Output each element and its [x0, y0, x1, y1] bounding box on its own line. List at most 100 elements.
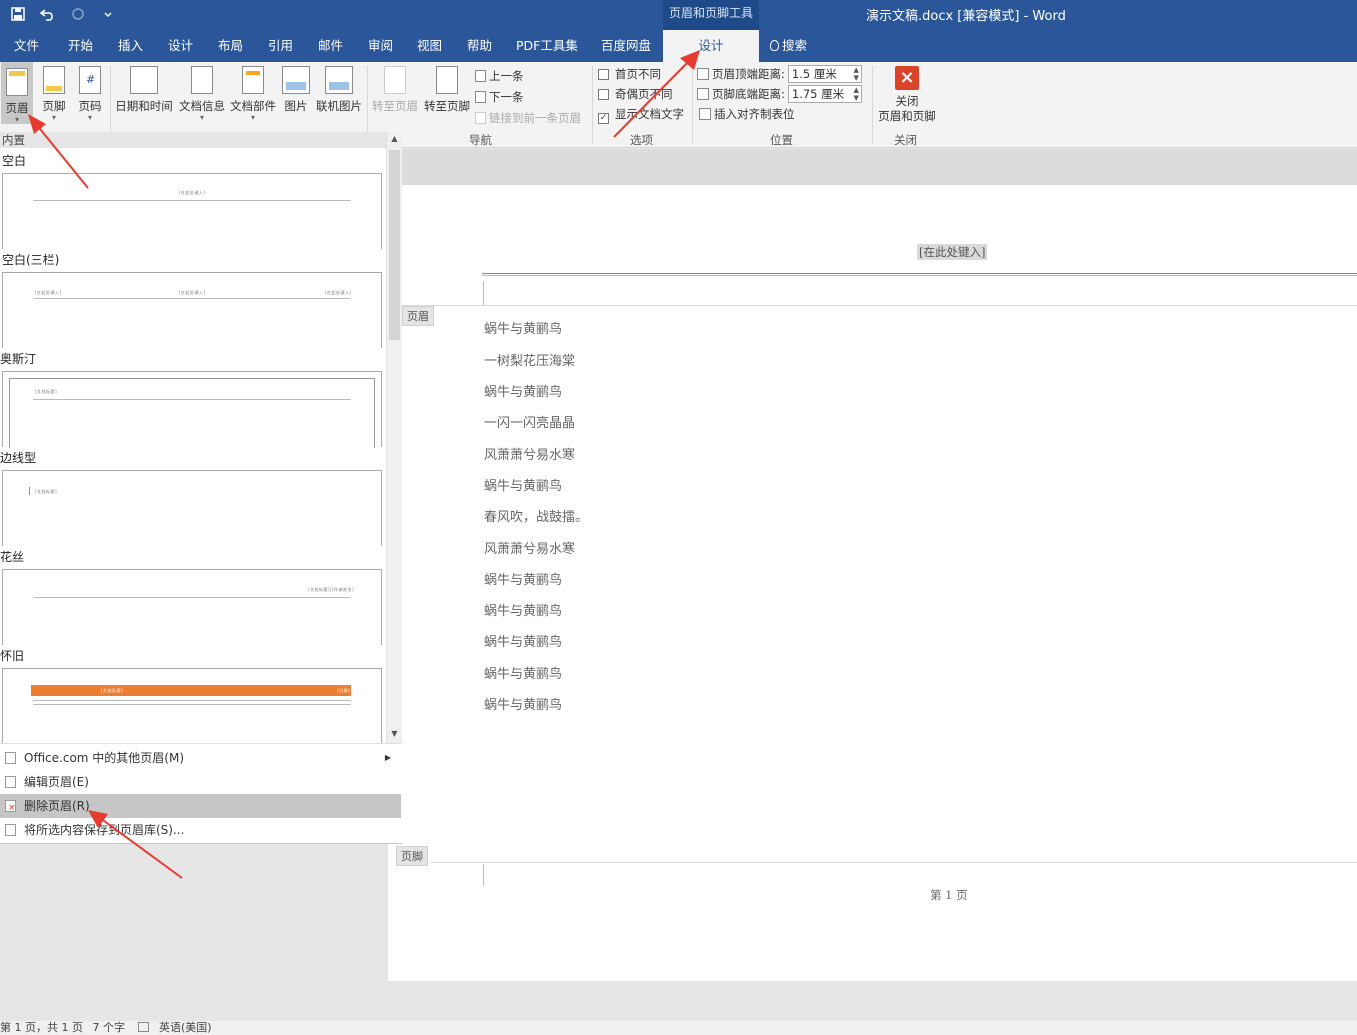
footer-bottom-distance: 页脚底端距离: 1.75 厘米 ▲ ▼: [697, 85, 862, 103]
group-label-close: 关闭: [894, 133, 917, 147]
online-picture-icon: [325, 66, 353, 94]
window-title: 演示文稿.docx [兼容模式] - Word: [866, 9, 1066, 24]
header-button[interactable]: 页眉 ▾: [1, 62, 33, 124]
goto-footer-button[interactable]: 转至页脚: [421, 66, 473, 114]
tab-layout[interactable]: 布局: [216, 30, 245, 62]
undo-icon[interactable]: [38, 4, 58, 24]
header-boundary: [402, 305, 1357, 306]
gallery-item-blank[interactable]: [在此处键入]: [2, 173, 382, 249]
header-top-distance-input[interactable]: 1.5 厘米 ▲ ▼: [787, 65, 862, 83]
header-rule: [482, 275, 1357, 276]
gallery-item-title: 花丝: [0, 550, 25, 564]
edit-header-menu-item[interactable]: 编辑页眉(E): [0, 770, 401, 794]
gallery-item-sideline[interactable]: [文档标题]: [2, 470, 382, 546]
tab-design[interactable]: 设计: [166, 30, 195, 62]
document-info-icon: [191, 66, 213, 94]
gallery-item-blank-three-column[interactable]: [在此处键入] [在此处键入] [在此处键入]: [2, 272, 382, 348]
tab-help[interactable]: 帮助: [465, 30, 494, 62]
redo-icon[interactable]: [68, 4, 88, 24]
tab-baidu-netdisk[interactable]: 百度网盘: [599, 30, 653, 62]
group-label-position: 位置: [770, 133, 793, 147]
remove-header-menu-item[interactable]: × 删除页眉(R): [0, 794, 401, 818]
date-time-button[interactable]: 日期和时间: [113, 66, 175, 114]
header-tag: 页眉: [402, 306, 434, 326]
picture-button[interactable]: 图片: [281, 66, 311, 114]
footer-button[interactable]: 页脚 ▾: [38, 66, 70, 122]
gallery-item-title: 空白(三栏): [2, 253, 60, 267]
alignment-tab-icon: [699, 108, 711, 120]
tab-header-footer-design[interactable]: 设计: [663, 30, 759, 62]
different-first-page-checkbox[interactable]: 首页不同: [598, 66, 661, 82]
tab-mailings[interactable]: 邮件: [316, 30, 345, 62]
proofing-icon[interactable]: [138, 1022, 150, 1032]
link-to-previous-button[interactable]: 链接到前一条页眉: [475, 110, 581, 126]
tab-review[interactable]: 审阅: [366, 30, 395, 62]
tab-file[interactable]: 文件: [12, 30, 41, 62]
edit-header-icon: [5, 776, 16, 788]
more-headers-office-menu-item[interactable]: Office.com 中的其他页眉(M) ▶: [0, 746, 401, 770]
chevron-down-icon: ▾: [14, 115, 19, 124]
gallery-item-austin[interactable]: [文档标题]: [2, 371, 382, 448]
body-line: 蜗牛与黄鹂鸟: [484, 479, 563, 494]
body-line: 蜗牛与黄鹂鸟: [484, 322, 563, 337]
next-button[interactable]: 下一条: [475, 89, 524, 105]
footer-tag: 页脚: [396, 846, 428, 866]
body-line: 蜗牛与黄鹂鸟: [484, 573, 563, 588]
doc-info-button[interactable]: 文档信息 ▾: [177, 66, 227, 122]
header-top-distance: 页眉顶端距离: 1.5 厘米 ▲ ▼: [697, 65, 862, 83]
header-gallery-dropdown: 内置 ▲ ▼ 空白 [在此处键入] 空白(三栏) [在此处键入] [在此处键入]…: [0, 132, 402, 844]
tab-references[interactable]: 引用: [266, 30, 295, 62]
previous-button[interactable]: 上一条: [475, 68, 524, 84]
goto-header-icon: [384, 66, 406, 94]
gallery-item-title: 空白: [2, 154, 27, 168]
page-number-button[interactable]: # 页码 ▾: [74, 66, 106, 122]
chevron-down-icon[interactable]: [98, 4, 118, 24]
lightbulb-icon: [770, 40, 779, 51]
chevron-right-icon: ▶: [384, 753, 391, 762]
header-placeholder[interactable]: [在此处键入]: [917, 244, 988, 260]
save-selection-to-gallery-menu-item[interactable]: 将所选内容保存到页眉库(S)...: [0, 818, 401, 842]
goto-footer-icon: [436, 66, 458, 94]
quick-parts-button[interactable]: 文档部件 ▾: [228, 66, 278, 122]
show-document-text-checkbox[interactable]: ✓ 显示文档文字: [598, 106, 684, 124]
insert-alignment-tab-button[interactable]: 插入对齐制表位: [699, 106, 795, 122]
save-icon[interactable]: [8, 4, 28, 24]
thumbnail-rule: [33, 704, 351, 705]
page-count[interactable]: 第 1 页，共 1 页: [0, 1021, 83, 1034]
language-indicator[interactable]: 英语(美国): [159, 1021, 212, 1034]
tab-pdf-tools[interactable]: PDF工具集: [514, 30, 580, 62]
tab-search[interactable]: 搜索: [768, 30, 809, 62]
footer-page-number[interactable]: 第 1 页: [930, 887, 968, 903]
close-header-footer-button[interactable]: × 关闭 页眉和页脚: [876, 66, 938, 124]
goto-header-button[interactable]: 转至页眉: [369, 66, 421, 114]
next-icon: [475, 91, 486, 103]
header-menu: Office.com 中的其他页眉(M) ▶ 编辑页眉(E) × 删除页眉(R)…: [0, 743, 402, 843]
office-headers-icon: [5, 752, 16, 764]
footer-icon: [43, 66, 65, 94]
gallery-item-title: 奥斯汀: [0, 352, 37, 366]
gallery-scrollbar[interactable]: ▲ ▼: [386, 132, 402, 743]
odd-even-checkbox[interactable]: 奇偶页不同: [598, 86, 673, 102]
word-count[interactable]: 7 个字: [92, 1021, 125, 1034]
tab-home[interactable]: 开始: [66, 30, 95, 62]
scroll-down-icon[interactable]: ▼: [387, 727, 402, 741]
online-picture-button[interactable]: 联机图片: [314, 66, 364, 114]
tab-insert[interactable]: 插入: [116, 30, 145, 62]
gallery-item-filigree[interactable]: [文档标题]|[作者姓名]: [2, 569, 382, 645]
tab-view[interactable]: 视图: [415, 30, 444, 62]
document-top-margin: [402, 149, 1357, 185]
header-distance-icon: [697, 68, 709, 80]
spinner-icon[interactable]: ▲ ▼: [853, 66, 858, 82]
thumbnail-bar: [29, 487, 30, 495]
document-background: [388, 981, 1357, 1021]
link-icon: [475, 112, 486, 124]
spinner-icon[interactable]: ▲ ▼: [853, 86, 858, 102]
scroll-thumb[interactable]: [389, 150, 400, 340]
body-line: 风萧萧兮易水寒: [484, 542, 576, 557]
gallery-item-retro[interactable]: [文档标题] [日期]: [2, 668, 382, 744]
body-line: 蜗牛与黄鹂鸟: [484, 667, 563, 682]
scroll-up-icon[interactable]: ▲: [387, 132, 402, 146]
footer-bottom-distance-input[interactable]: 1.75 厘米 ▲ ▼: [787, 85, 862, 103]
footer-boundary: [430, 862, 1357, 863]
thumbnail-orange-band: [文档标题] [日期]: [31, 685, 351, 696]
